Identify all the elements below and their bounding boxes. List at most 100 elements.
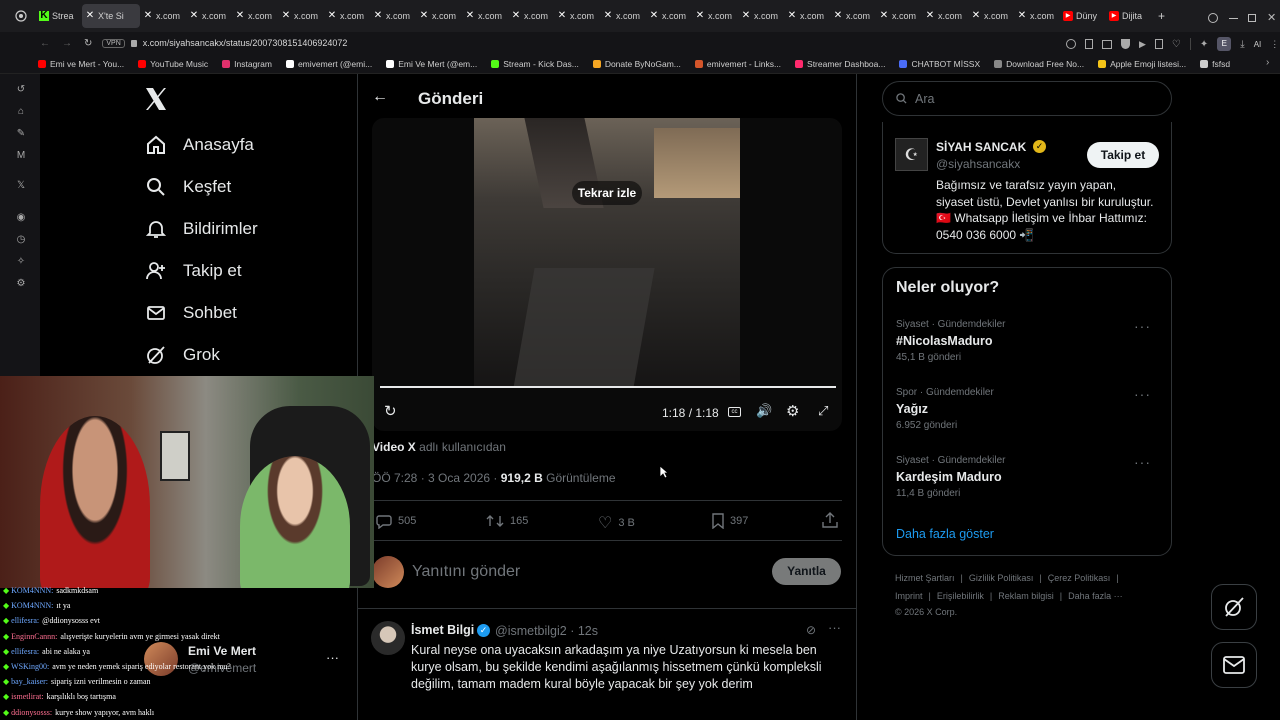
browser-tab[interactable]: ▶ Dijita bbox=[1106, 4, 1152, 28]
show-more-link[interactable]: Daha fazla göster bbox=[896, 527, 994, 541]
bookmark-action[interactable]: 397 bbox=[712, 513, 748, 529]
browser-tab[interactable]: ✕ x.com bbox=[416, 4, 462, 28]
url-field[interactable]: x.com/siyahsancakx/status/20073081514069… bbox=[143, 38, 348, 48]
browser-tab[interactable]: ✕ x.com bbox=[186, 4, 232, 28]
profile-name[interactable]: SİYAH SANCAK bbox=[936, 140, 1026, 154]
footer-link[interactable]: Çerez Politikası bbox=[1048, 573, 1111, 583]
search-tabs-icon[interactable] bbox=[1208, 13, 1218, 23]
post-timestamp[interactable]: ÖÖ 7:28 · 3 Oca 2026 · bbox=[372, 471, 497, 485]
grok-small-icon[interactable]: ⊘ bbox=[806, 623, 816, 637]
profile-avatar-image[interactable]: ☪ bbox=[895, 138, 928, 171]
browser-tab[interactable]: ✕ x.com bbox=[1014, 4, 1060, 28]
forward-icon[interactable]: → bbox=[62, 38, 72, 49]
chat-username[interactable]: EnginnCannn: bbox=[11, 632, 57, 641]
bookmark-item[interactable]: Streamer Dashboa... bbox=[795, 59, 885, 69]
reply-more-icon[interactable]: ··· bbox=[828, 620, 841, 635]
browser-tab[interactable]: ✕ x.com bbox=[554, 4, 600, 28]
messages-float-button[interactable] bbox=[1211, 642, 1257, 688]
browser-tab[interactable]: ✕ x.com bbox=[278, 4, 324, 28]
browser-tab[interactable]: ✕ X'te Si bbox=[82, 4, 140, 28]
x-small-icon[interactable]: 𝕏 bbox=[15, 180, 27, 192]
chat-username[interactable]: KOM4NNN: bbox=[11, 586, 53, 595]
captions-icon[interactable]: cc bbox=[728, 407, 741, 417]
bookmark-item[interactable]: Apple Emoji listesi... bbox=[1098, 59, 1186, 69]
replay-small-icon[interactable]: ↻ bbox=[384, 402, 397, 420]
trend-item[interactable]: Siyaset · Gündemdekiler Kardeşim Maduro … bbox=[896, 455, 1156, 499]
chat-username[interactable]: ddionysosss: bbox=[11, 708, 52, 717]
bookmark-item[interactable]: Instagram bbox=[222, 59, 272, 69]
account-more-icon[interactable]: ··· bbox=[326, 650, 339, 665]
settings-icon[interactable]: ⚙ bbox=[15, 278, 27, 290]
nav-item-grok[interactable]: Grok bbox=[145, 344, 220, 366]
browser-tab[interactable]: ✕ x.com bbox=[784, 4, 830, 28]
browser-tab[interactable]: ✕ x.com bbox=[508, 4, 554, 28]
minimize-icon[interactable] bbox=[1229, 18, 1238, 19]
reply-author-name[interactable]: İsmet Bilgi bbox=[411, 623, 474, 637]
shield-icon[interactable] bbox=[1121, 39, 1130, 49]
heart-icon[interactable]: ♡ bbox=[1172, 39, 1181, 50]
download-icon[interactable]: ⤓ bbox=[1240, 39, 1244, 50]
repost-action[interactable]: 165 bbox=[486, 513, 528, 529]
bookmark-item[interactable]: Emi Ve Mert (@em... bbox=[386, 59, 477, 69]
trend-item[interactable]: Siyaset · Gündemdekiler #NicolasMaduro 4… bbox=[896, 319, 1156, 363]
history-icon[interactable]: ↺ bbox=[15, 84, 27, 96]
browser-tab[interactable]: ✕ x.com bbox=[692, 4, 738, 28]
reply-author-handle[interactable]: @ismetbilgi2 · 12s bbox=[495, 624, 598, 638]
notes-icon[interactable]: ✎ bbox=[15, 128, 27, 140]
browser-tab[interactable]: ✕ x.com bbox=[232, 4, 278, 28]
bookmark-icon[interactable] bbox=[1154, 39, 1163, 49]
nav-item-explore[interactable]: Keşfet bbox=[145, 176, 231, 198]
browser-tab[interactable]: ✕ x.com bbox=[646, 4, 692, 28]
video-source-link[interactable]: Video X bbox=[372, 440, 416, 454]
footer-link[interactable]: Imprint bbox=[895, 591, 923, 601]
bookmarks-overflow-icon[interactable]: › bbox=[1266, 57, 1269, 68]
clock-icon[interactable]: ◷ bbox=[15, 234, 27, 246]
restore-icon[interactable] bbox=[1248, 14, 1256, 22]
footer-more-link[interactable]: Daha fazla ··· bbox=[1068, 591, 1123, 601]
footer-link[interactable]: Gizlilik Politikası bbox=[969, 573, 1034, 583]
browser-tab[interactable]: ▶ Düny bbox=[1060, 4, 1106, 28]
bookmark-item[interactable]: CHATBOT MİSSX bbox=[899, 59, 980, 69]
browser-tab[interactable]: ✕ x.com bbox=[876, 4, 922, 28]
reload-icon[interactable]: ↻ bbox=[84, 38, 92, 49]
vpn-badge[interactable]: VPN bbox=[102, 38, 125, 48]
ai-button[interactable]: AI bbox=[1254, 40, 1262, 49]
fullscreen-icon[interactable]: ⤢ bbox=[818, 403, 828, 419]
nav-item-chat[interactable]: Sohbet bbox=[145, 302, 237, 324]
new-tab-button[interactable]: + bbox=[1158, 9, 1172, 23]
like-action[interactable]: ♡ 3 B bbox=[598, 513, 635, 533]
follow-button[interactable]: Takip et bbox=[1087, 142, 1159, 168]
browser-tab[interactable]: ✕ x.com bbox=[830, 4, 876, 28]
pin-icon[interactable] bbox=[1085, 39, 1093, 49]
browser-menu-more-icon[interactable]: ⋮ bbox=[1270, 39, 1279, 50]
browser-tab[interactable]: ✕ x.com bbox=[140, 4, 186, 28]
nav-item-notifications[interactable]: Bildirimler bbox=[145, 218, 258, 240]
reply-input[interactable]: Yanıtını gönder bbox=[412, 563, 520, 581]
bookmark-item[interactable]: YouTube Music bbox=[138, 59, 208, 69]
share-icon[interactable] bbox=[822, 512, 838, 533]
sidebar-toggle-icon[interactable] bbox=[1189, 38, 1191, 50]
chat-username[interactable]: WSKing00: bbox=[11, 662, 49, 671]
reply-submit-button[interactable]: Yanıtla bbox=[772, 558, 841, 585]
back-arrow-icon[interactable]: ← bbox=[372, 88, 388, 106]
chat-username[interactable]: ellifesra: bbox=[11, 616, 39, 625]
browser-tab[interactable]: K Strea bbox=[36, 4, 82, 28]
browser-tab[interactable]: ✕ x.com bbox=[922, 4, 968, 28]
bookmark-item[interactable]: fsfsd bbox=[1200, 59, 1230, 69]
trend-more-icon[interactable]: ··· bbox=[1134, 386, 1151, 402]
close-window-icon[interactable]: ✕ bbox=[1267, 11, 1276, 24]
browser-tab[interactable]: ✕ x.com bbox=[324, 4, 370, 28]
mail-small-icon[interactable]: M bbox=[15, 150, 27, 162]
zoom-icon[interactable] bbox=[1066, 39, 1076, 49]
footer-link[interactable]: Reklam bilgisi bbox=[998, 591, 1054, 601]
video-player[interactable]: Tekrar izle ↻ 1:18 / 1:18 cc 🔊 ⚙ ⤢ bbox=[372, 118, 842, 431]
browser-tab[interactable]: ✕ x.com bbox=[462, 4, 508, 28]
grok-float-button[interactable] bbox=[1211, 584, 1257, 630]
chat-username[interactable]: ismetlirat: bbox=[11, 692, 43, 701]
trend-more-icon[interactable]: ··· bbox=[1134, 454, 1151, 470]
extensions-icon[interactable]: ✦ bbox=[1200, 39, 1208, 50]
bookmark-item[interactable]: Download Free No... bbox=[994, 59, 1084, 69]
browser-tab[interactable]: ✕ x.com bbox=[738, 4, 784, 28]
reply-action[interactable]: 505 bbox=[376, 513, 416, 529]
bookmark-item[interactable]: Donate ByNoGam... bbox=[592, 59, 681, 69]
